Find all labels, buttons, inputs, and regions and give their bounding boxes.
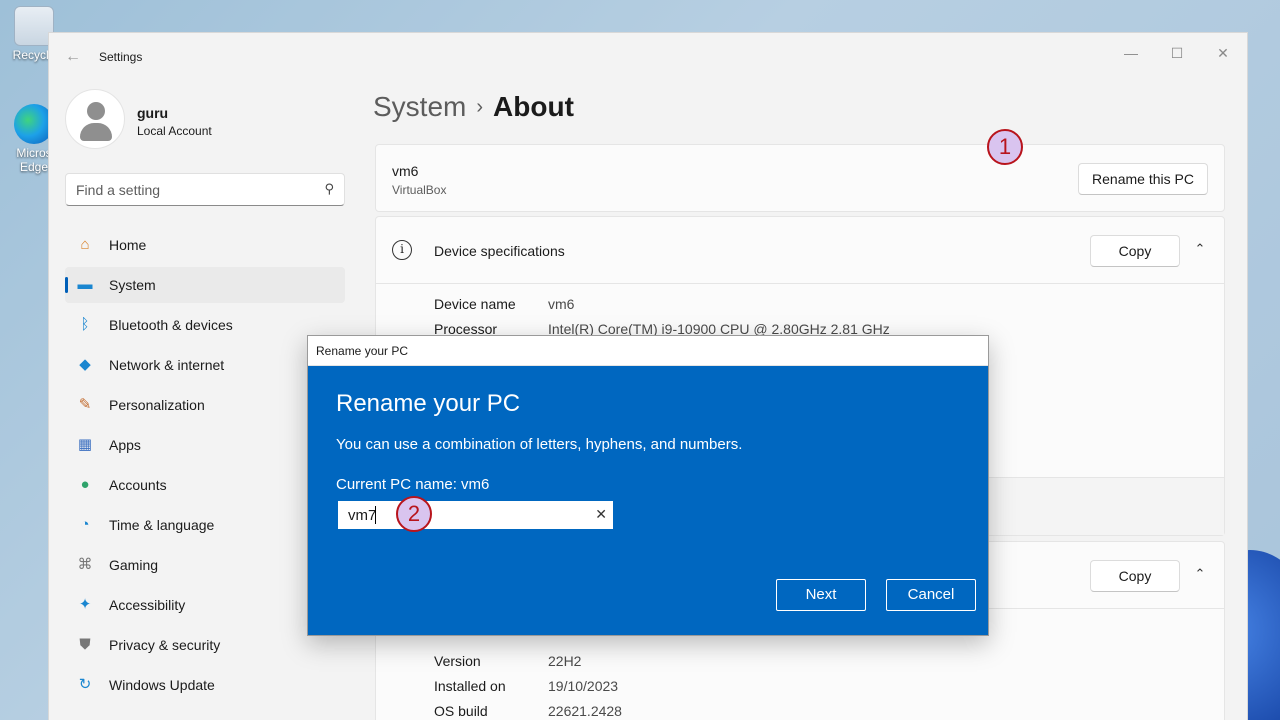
sidebar-item-network[interactable]: ◆ Network & internet	[65, 347, 345, 383]
annotation-marker-1: 1	[987, 129, 1023, 165]
breadcrumb-parent[interactable]: System	[373, 91, 466, 122]
sidebar-item-label: Time & language	[109, 517, 215, 533]
rename-pc-button[interactable]: Rename this PC	[1078, 163, 1208, 195]
sidebar-item-label: Privacy & security	[109, 637, 221, 653]
wifi-icon: ◆	[79, 356, 91, 373]
spec-value: 22H2	[548, 653, 582, 669]
sidebar-item-system[interactable]: ▬ System	[65, 267, 345, 303]
info-icon: i	[392, 240, 412, 260]
sidebar-item-label: Gaming	[109, 557, 159, 573]
sidebar-item-gaming[interactable]: ⌘ Gaming	[65, 547, 345, 583]
pc-name-card: vm6 VirtualBox Rename this PC	[375, 144, 1225, 212]
current-pc-name: Current PC name: vm6	[336, 476, 490, 493]
cancel-button[interactable]: Cancel	[886, 579, 976, 611]
pc-name: vm6	[392, 163, 419, 179]
breadcrumb: System › About	[373, 91, 574, 123]
avatar[interactable]	[65, 89, 125, 149]
sidebar-item-accessibility[interactable]: ✦ Accessibility	[65, 587, 345, 623]
gamepad-icon: ⌘	[77, 556, 93, 573]
spec-label: Version	[434, 653, 481, 669]
sidebar-item-label: Bluetooth & devices	[109, 317, 233, 333]
clear-icon[interactable]: ✕	[595, 506, 607, 523]
back-arrow-icon[interactable]: ←	[63, 47, 83, 67]
sidebar-item-label: Home	[109, 237, 147, 253]
device-specifications-header[interactable]: i Device specifications Copy ⌃	[376, 217, 1224, 284]
minimize-button[interactable]: —	[1111, 39, 1151, 67]
page-title: About	[493, 91, 574, 122]
shield-icon: ⛊	[79, 636, 91, 653]
desktop-icon-label: Micros Edge	[16, 146, 52, 174]
next-button[interactable]: Next	[776, 579, 866, 611]
sidebar-item-apps[interactable]: ▦ Apps	[65, 427, 345, 463]
spec-value: vm6	[548, 296, 575, 312]
search-placeholder: Find a setting	[76, 182, 161, 198]
update-icon: ↻	[78, 676, 92, 693]
sidebar-item-label: Accessibility	[109, 597, 186, 613]
brush-icon: ✎	[78, 396, 92, 413]
dialog-description: You can use a combination of letters, hy…	[336, 436, 743, 453]
spec-label: Device name	[434, 296, 516, 312]
rename-pc-dialog: Rename your PC Rename your PC You can us…	[307, 335, 989, 636]
close-button[interactable]: ✕	[1203, 39, 1243, 67]
dialog-title-bar: Rename your PC	[308, 336, 988, 366]
section-title: Device specifications	[434, 243, 565, 259]
pc-model: VirtualBox	[392, 183, 447, 197]
copy-device-specs-button[interactable]: Copy	[1090, 235, 1180, 267]
apps-icon: ▦	[77, 436, 93, 453]
title-bar: ← Settings — ☐ ✕	[49, 33, 1247, 81]
user-name: guru	[137, 105, 169, 121]
app-title: Settings	[99, 50, 143, 64]
maximize-button[interactable]: ☐	[1157, 39, 1197, 67]
sidebar-item-home[interactable]: ⌂ Home	[65, 227, 345, 263]
sidebar-item-label: Accounts	[109, 477, 167, 493]
sidebar-item-time-language[interactable]: ◔ Time & language	[65, 507, 345, 543]
spec-value: 19/10/2023	[548, 678, 619, 694]
search-input[interactable]: Find a setting ⚲	[65, 173, 345, 206]
home-icon: ⌂	[80, 236, 90, 253]
sidebar-item-label: Network & internet	[109, 357, 225, 373]
sidebar-item-privacy[interactable]: ⛊ Privacy & security	[65, 627, 345, 663]
dialog-window-title: Rename your PC	[316, 344, 409, 358]
sidebar-item-accounts[interactable]: ● Accounts	[65, 467, 345, 503]
system-icon: ▬	[77, 276, 93, 293]
sidebar-item-label: Windows Update	[109, 677, 215, 693]
text-caret	[375, 506, 376, 524]
avatar-body	[80, 123, 112, 141]
sidebar-nav: ⌂ Home ▬ System ᛒ Bluetooth & devices ◆ …	[65, 227, 345, 707]
copy-windows-specs-button[interactable]: Copy	[1090, 560, 1180, 592]
chevron-up-icon[interactable]: ⌃	[1190, 566, 1210, 582]
accounts-icon: ●	[80, 476, 90, 493]
bluetooth-icon: ᛒ	[80, 316, 90, 333]
spec-value: 22621.2428	[548, 703, 622, 719]
breadcrumb-separator: ›	[476, 96, 484, 118]
dialog-heading: Rename your PC	[336, 390, 521, 417]
sidebar-item-label: System	[109, 277, 156, 293]
sidebar-item-personalization[interactable]: ✎ Personalization	[65, 387, 345, 423]
sidebar-item-windows-update[interactable]: ↻ Windows Update	[65, 667, 345, 703]
sidebar-item-label: Apps	[109, 437, 141, 453]
spec-label: OS build	[434, 703, 488, 719]
search-icon: ⚲	[324, 181, 334, 196]
annotation-marker-2: 2	[396, 496, 432, 532]
sidebar-item-label: Personalization	[109, 397, 205, 413]
globe-clock-icon: ◔	[80, 516, 90, 533]
account-type: Local Account	[137, 124, 212, 138]
accessibility-icon: ✦	[78, 596, 92, 613]
input-value: vm7	[348, 507, 377, 524]
chevron-up-icon[interactable]: ⌃	[1190, 241, 1210, 257]
sidebar-item-bluetooth[interactable]: ᛒ Bluetooth & devices	[65, 307, 345, 343]
avatar-head	[87, 102, 105, 120]
new-pc-name-input[interactable]: vm7 ✕	[337, 500, 614, 530]
spec-label: Installed on	[434, 678, 506, 694]
